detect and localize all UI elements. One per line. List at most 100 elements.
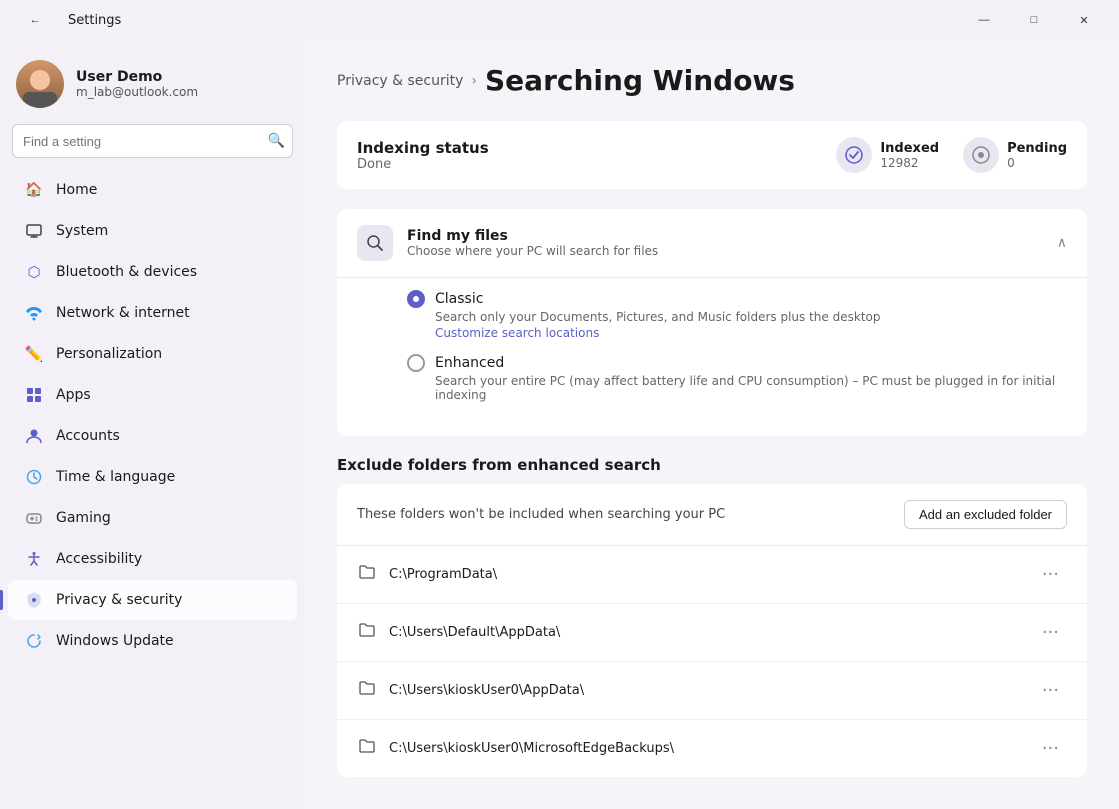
find-files-icon	[357, 225, 393, 261]
chevron-up-icon: ∧	[1057, 235, 1067, 251]
find-files-body: Classic Search only your Documents, Pict…	[337, 277, 1087, 436]
find-files-desc: Choose where your PC will search for fil…	[407, 244, 658, 258]
nav-gaming[interactable]: Gaming	[8, 498, 297, 538]
nav-accessibility[interactable]: Accessibility	[8, 539, 297, 579]
section-header-left: Find my files Choose where your PC will …	[357, 225, 658, 261]
folder-path-1: C:\Users\Default\AppData\	[389, 625, 1022, 640]
nav-update-label: Windows Update	[56, 633, 174, 649]
folder-more-3[interactable]: ···	[1034, 734, 1067, 763]
radio-enhanced-circle[interactable]	[407, 354, 425, 372]
sidebar: User Demo m_lab@outlook.com 🔍 🏠 Home Sys…	[0, 40, 305, 809]
nav-bluetooth[interactable]: ⬡ Bluetooth & devices	[8, 252, 297, 292]
accounts-icon	[24, 426, 44, 446]
folder-row: C:\ProgramData\ ···	[337, 546, 1087, 604]
indexing-info: Indexing status Done	[357, 139, 489, 172]
radio-enhanced-row: Enhanced	[407, 354, 1067, 372]
folders-card: These folders won't be included when sea…	[337, 484, 1087, 777]
page-title: Searching Windows	[485, 64, 795, 97]
titlebar-title: Settings	[68, 13, 121, 28]
radio-classic-row: Classic	[407, 290, 1067, 308]
breadcrumb-parent[interactable]: Privacy & security	[337, 73, 463, 89]
time-icon	[24, 467, 44, 487]
folder-icon-0	[357, 562, 377, 587]
stat-pending: Pending 0	[963, 137, 1067, 173]
nav-privacy[interactable]: Privacy & security	[8, 580, 297, 620]
nav-apps-label: Apps	[56, 387, 91, 403]
indexed-info: Indexed 12982	[880, 141, 939, 170]
accessibility-icon	[24, 549, 44, 569]
nav-update[interactable]: Windows Update	[8, 621, 297, 661]
nav-home-label: Home	[56, 182, 97, 198]
breadcrumb-arrow: ›	[471, 73, 477, 89]
apps-icon	[24, 385, 44, 405]
folder-row-1: C:\Users\Default\AppData\ ···	[337, 604, 1087, 662]
system-icon	[24, 221, 44, 241]
breadcrumb: Privacy & security › Searching Windows	[337, 64, 1087, 97]
indexing-status: Done	[357, 157, 489, 172]
folder-icon-3	[357, 736, 377, 761]
stat-indexed: Indexed 12982	[836, 137, 939, 173]
pending-value: 0	[1007, 156, 1067, 170]
nav-system[interactable]: System	[8, 211, 297, 251]
add-folder-button[interactable]: Add an excluded folder	[904, 500, 1067, 529]
nav-privacy-label: Privacy & security	[56, 592, 182, 608]
nav-network[interactable]: Network & internet	[8, 293, 297, 333]
privacy-icon	[24, 590, 44, 610]
folder-path-3: C:\Users\kioskUser0\MicrosoftEdgeBackups…	[389, 741, 1022, 756]
folder-more-0[interactable]: ···	[1034, 560, 1067, 589]
minimize-button[interactable]: —	[961, 4, 1007, 36]
titlebar-left: ← Settings	[12, 4, 121, 36]
network-icon	[24, 303, 44, 323]
nav-apps[interactable]: Apps	[8, 375, 297, 415]
indexed-label: Indexed	[880, 141, 939, 156]
folder-more-2[interactable]: ···	[1034, 676, 1067, 705]
update-icon	[24, 631, 44, 651]
titlebar: ← Settings — □ ✕	[0, 0, 1119, 40]
search-input[interactable]	[12, 124, 293, 158]
folder-more-1[interactable]: ···	[1034, 618, 1067, 647]
exclude-section-title: Exclude folders from enhanced search	[337, 456, 1087, 474]
classic-desc: Search only your Documents, Pictures, an…	[435, 310, 1067, 324]
search-icon: 🔍	[268, 133, 285, 149]
nav-time[interactable]: Time & language	[8, 457, 297, 497]
folder-row-3: C:\Users\kioskUser0\MicrosoftEdgeBackups…	[337, 720, 1087, 777]
user-section[interactable]: User Demo m_lab@outlook.com	[0, 48, 305, 124]
personalization-icon: ✏️	[24, 344, 44, 364]
pending-label: Pending	[1007, 141, 1067, 156]
user-info: User Demo m_lab@outlook.com	[76, 69, 289, 99]
indexed-icon	[836, 137, 872, 173]
radio-enhanced[interactable]: Enhanced Search your entire PC (may affe…	[407, 354, 1067, 402]
nav-personalization[interactable]: ✏️ Personalization	[8, 334, 297, 374]
nav-accounts[interactable]: Accounts	[8, 416, 297, 456]
find-my-files-header[interactable]: Find my files Choose where your PC will …	[337, 209, 1087, 277]
nav-system-label: System	[56, 223, 108, 239]
nav-bluetooth-label: Bluetooth & devices	[56, 264, 197, 280]
home-icon: 🏠	[24, 180, 44, 200]
nav-gaming-label: Gaming	[56, 510, 111, 526]
folder-row-2: C:\Users\kioskUser0\AppData\ ···	[337, 662, 1087, 720]
indexing-status-section: Indexing status Done Indexed 12982	[337, 121, 1087, 189]
folder-path-2: C:\Users\kioskUser0\AppData\	[389, 683, 1022, 698]
bluetooth-icon: ⬡	[24, 262, 44, 282]
customize-search-link[interactable]: Customize search locations	[435, 326, 1067, 340]
folders-header: These folders won't be included when sea…	[337, 484, 1087, 546]
nav-home[interactable]: 🏠 Home	[8, 170, 297, 210]
nav-accounts-label: Accounts	[56, 428, 120, 444]
avatar	[16, 60, 64, 108]
pending-info: Pending 0	[1007, 141, 1067, 170]
pending-icon	[963, 137, 999, 173]
indexing-title: Indexing status	[357, 139, 489, 157]
section-header-text: Find my files Choose where your PC will …	[407, 228, 658, 258]
find-my-files-card: Find my files Choose where your PC will …	[337, 209, 1087, 436]
indexed-value: 12982	[880, 156, 939, 170]
enhanced-label: Enhanced	[435, 355, 504, 371]
close-button[interactable]: ✕	[1061, 4, 1107, 36]
radio-classic-circle[interactable]	[407, 290, 425, 308]
radio-classic[interactable]: Classic Search only your Documents, Pict…	[407, 290, 1067, 340]
back-button[interactable]: ←	[12, 4, 58, 36]
indexing-stats: Indexed 12982 Pending 0	[836, 137, 1067, 173]
user-name: User Demo	[76, 69, 289, 85]
content-area: Privacy & security › Searching Windows I…	[305, 40, 1119, 809]
enhanced-desc: Search your entire PC (may affect batter…	[435, 374, 1067, 402]
maximize-button[interactable]: □	[1011, 4, 1057, 36]
